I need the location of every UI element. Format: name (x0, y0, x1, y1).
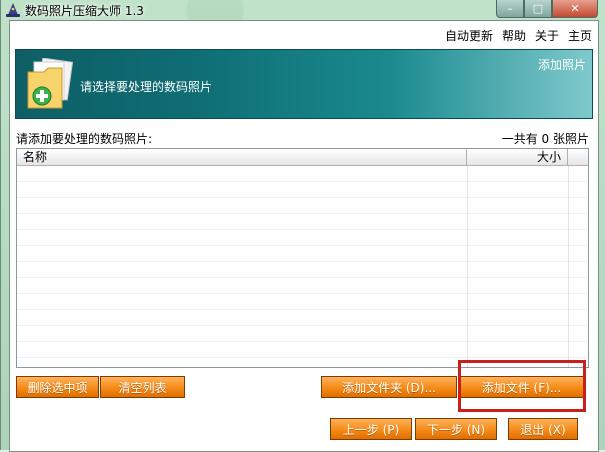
list-caption: 请添加要处理的数码照片: (16, 132, 153, 146)
list-body[interactable] (17, 166, 588, 367)
title-bar[interactable]: 数码照片压缩大师 1.3 – □ ✕ (1, 0, 605, 20)
add-folder-button[interactable]: 添加文件夹 (D)... (321, 376, 457, 398)
exit-button[interactable]: 退出 (X) (508, 418, 578, 440)
next-step-button[interactable]: 下一步 (N) (415, 418, 497, 440)
column-header-name[interactable]: 名称 (17, 149, 467, 165)
column-divider (568, 166, 569, 367)
window-title: 数码照片压缩大师 1.3 (25, 4, 144, 18)
add-photo-link[interactable]: 添加照片 (538, 56, 586, 73)
list-header: 名称 大小 (17, 149, 588, 166)
caption-buttons: – □ ✕ (496, 0, 598, 18)
wizard-hat-icon (6, 3, 20, 17)
menu-about[interactable]: 关于 (535, 27, 559, 44)
top-menu: 自动更新 帮助 关于 主页 (445, 27, 592, 44)
step-banner: 请选择要处理的数码照片 添加照片 (15, 49, 593, 119)
menu-home[interactable]: 主页 (568, 27, 592, 44)
menu-auto-update[interactable]: 自动更新 (445, 27, 493, 44)
previous-step-button[interactable]: 上一步 (P) (330, 418, 412, 440)
column-header-size[interactable]: 大小 (468, 149, 568, 165)
close-button[interactable]: ✕ (552, 0, 598, 18)
clear-list-button[interactable]: 清空列表 (100, 376, 185, 398)
delete-selected-button[interactable]: 删除选中项 (16, 376, 99, 398)
photo-count: 一共有 0 张照片 (501, 132, 589, 146)
maximize-button[interactable]: □ (524, 0, 552, 18)
banner-prompt: 请选择要处理的数码照片 (80, 80, 213, 94)
file-list[interactable]: 名称 大小 (16, 148, 589, 368)
minimize-button[interactable]: – (496, 0, 524, 18)
highlight-annotation (458, 360, 586, 412)
app-window: 数码照片压缩大师 1.3 – □ ✕ 自动更新 帮助 关于 主页 请选择要处理的… (0, 0, 605, 452)
client-area: 自动更新 帮助 关于 主页 请选择要处理的数码照片 添加照片 请添加要处理的数码… (9, 20, 599, 452)
folder-add-icon (27, 58, 74, 109)
menu-help[interactable]: 帮助 (502, 27, 526, 44)
column-divider (467, 166, 468, 367)
